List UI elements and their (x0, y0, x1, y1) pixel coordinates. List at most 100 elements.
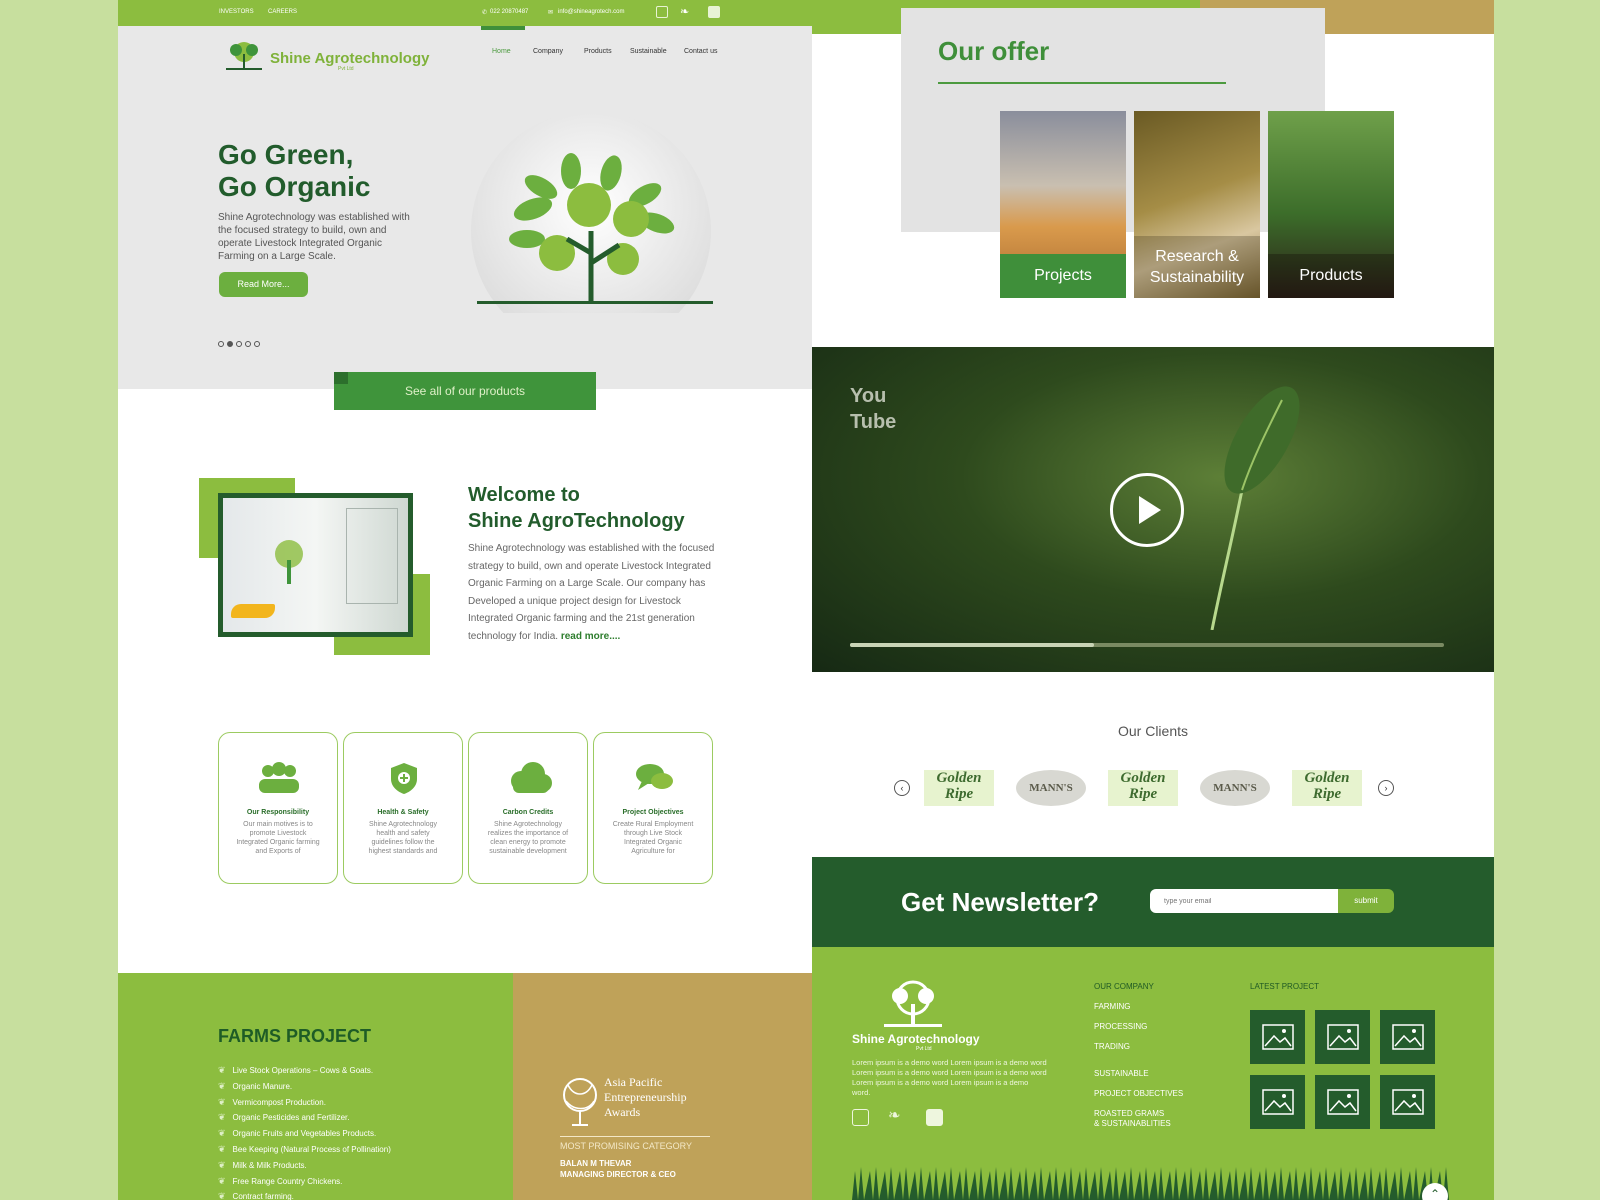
googleplus-icon[interactable] (708, 6, 720, 18)
footer-link-roasted-2[interactable]: & SUSTAINABLITIES (1094, 1119, 1183, 1139)
latest-project-thumb[interactable] (1380, 1010, 1435, 1064)
seedling-illustration (1210, 386, 1300, 630)
list-item: Contract farming. (218, 1189, 391, 1200)
client-logo-manns: MANN'S (1200, 770, 1270, 806)
footer-link-trading[interactable]: TRADING (1094, 1042, 1183, 1062)
clients-next-button[interactable]: › (1378, 780, 1394, 796)
newsletter-email-input[interactable] (1150, 889, 1338, 913)
card-carbon-credits[interactable]: Carbon Credits Shine Agrotechnology real… (468, 732, 588, 884)
youtube-logo: You Tube (850, 385, 897, 433)
offer-underline (938, 82, 1226, 84)
newsletter-submit-button[interactable]: submit (1338, 889, 1394, 913)
list-item: Bee Keeping (Natural Process of Pollinat… (218, 1142, 391, 1158)
footer-link-company[interactable]: OUR COMPANY (1094, 982, 1183, 1002)
image-icon (1392, 1089, 1424, 1115)
footer-link-roasted[interactable]: ROASTED GRAMS (1094, 1109, 1183, 1119)
list-item: Organic Pesticides and Fertilizer. (218, 1110, 391, 1126)
footer-link-processing[interactable]: PROCESSING (1094, 1022, 1183, 1042)
card-responsibility[interactable]: Our Responsibility Our main motives is t… (218, 732, 338, 884)
footer-tree-logo-icon (884, 980, 942, 1027)
nav-sustainable[interactable]: Sustainable (630, 48, 667, 55)
investors-link[interactable]: INVESTORS (219, 9, 254, 15)
slider-dot-4[interactable] (245, 341, 251, 347)
welcome-read-more-link[interactable]: read more.... (561, 631, 620, 642)
footer-link-objectives[interactable]: PROJECT OBJECTIVES (1094, 1089, 1183, 1109)
shield-icon (391, 763, 417, 794)
googleplus-icon[interactable] (926, 1109, 943, 1126)
slider-dot-1[interactable] (218, 341, 224, 347)
card-project-objectives[interactable]: Project Objectives Create Rural Employme… (593, 732, 713, 884)
footer-links: OUR COMPANY FARMING PROCESSING TRADING S… (1094, 982, 1183, 1139)
brand-logo[interactable] (222, 40, 266, 77)
slider-dot-5[interactable] (254, 341, 260, 347)
cloud-icon (511, 762, 552, 793)
award-recipient: BALAN M THEVAR MANAGING DIRECTOR & CEO (560, 1159, 676, 1179)
video-progress-fill (850, 643, 1094, 647)
image-icon (1262, 1089, 1294, 1115)
latest-project-thumb[interactable] (1315, 1010, 1370, 1064)
grass-border (852, 1167, 1452, 1200)
latest-project-title: LATEST PROJECT (1250, 982, 1320, 991)
image-icon (1262, 1024, 1294, 1050)
award-divider (560, 1136, 710, 1137)
wall-logo-icon (275, 540, 303, 584)
list-item: Milk & Milk Products. (218, 1158, 391, 1174)
latest-project-thumb[interactable] (1315, 1075, 1370, 1129)
nav-contact[interactable]: Contact us (684, 48, 717, 55)
client-logo-manns: MANN'S (1016, 770, 1086, 806)
client-logo-golden-ripe: Golden Ripe (924, 770, 994, 806)
award-category: MOST PROMISING CATEGORY (560, 1141, 693, 1151)
play-icon (1139, 496, 1161, 524)
image-icon (1327, 1024, 1359, 1050)
ribbon-fold (334, 372, 348, 384)
offer-tile-research[interactable]: Research & Sustainability (1134, 111, 1260, 298)
welcome-title: Welcome to Shine AgroTechnology (468, 484, 685, 532)
footer-brand: Shine Agrotechnology (852, 1032, 980, 1046)
facebook-icon[interactable] (656, 6, 668, 18)
clients-prev-button[interactable]: ‹ (894, 780, 910, 796)
footer-brand-sub: Pvt Ltd (916, 1046, 932, 1052)
list-item: Organic Manure. (218, 1079, 391, 1095)
image-icon (1392, 1024, 1424, 1050)
list-item: Live Stock Operations – Cows & Goats. (218, 1063, 391, 1079)
careers-link[interactable]: CAREERS (268, 9, 297, 15)
image-icon (1327, 1089, 1359, 1115)
card-health-safety[interactable]: Health & Safety Shine Agrotechnology hea… (343, 732, 463, 884)
offer-tile-products[interactable]: Products (1268, 111, 1394, 298)
brand-name[interactable]: Shine Agrotechnology (270, 50, 429, 67)
offer-tile-projects[interactable]: Projects (1000, 111, 1126, 298)
twitter-icon[interactable]: ❧ (680, 5, 692, 18)
email-address[interactable]: info@shineagrotech.com (558, 9, 624, 15)
latest-project-thumb[interactable] (1250, 1075, 1305, 1129)
slider-dot-2[interactable] (227, 341, 233, 347)
nav-company[interactable]: Company (533, 48, 563, 55)
clients-title: Our Clients (1117, 723, 1189, 739)
farms-list: Live Stock Operations – Cows & Goats. Or… (218, 1063, 391, 1200)
nav-active-marker (481, 26, 525, 30)
latest-project-thumb[interactable] (1380, 1075, 1435, 1129)
newsletter-title: Get Newsletter? (901, 887, 1099, 917)
facebook-icon[interactable] (852, 1109, 869, 1126)
home-page-left: INVESTORS CAREERS ✆ 022 20870487 ✉ info@… (118, 0, 812, 1200)
phone-number: 022 20870487 (490, 9, 529, 15)
farms-title: FARMS PROJECT (218, 1026, 372, 1046)
slider-dot-3[interactable] (236, 341, 242, 347)
client-logo-golden-ripe: Golden Ripe (1108, 770, 1178, 806)
nav-products[interactable]: Products (584, 48, 612, 55)
footer-description: Lorem ipsum is a demo word Lorem ipsum i… (852, 1058, 1047, 1097)
nav-home[interactable]: Home (492, 48, 511, 55)
hero-tree-illustration (471, 111, 715, 351)
home-page-right: Our offer Projects Research & Sustainabi… (812, 0, 1494, 1200)
play-button[interactable] (1110, 473, 1184, 547)
slider-dots (218, 334, 263, 352)
latest-project-thumb[interactable] (1250, 1010, 1305, 1064)
footer-link-sustainable[interactable]: SUSTAINABLE (1094, 1069, 1183, 1089)
award-title: Asia Pacific Entrepreneurship Awards (604, 1075, 687, 1119)
read-more-button[interactable]: Read More... (219, 272, 308, 297)
chat-icon (636, 764, 673, 790)
footer-link-farming[interactable]: FARMING (1094, 1002, 1183, 1022)
twitter-icon[interactable]: ❧ (888, 1106, 905, 1124)
brand-sub: Pvt Ltd (338, 66, 354, 72)
see-all-products-button[interactable]: See all of our products (334, 372, 596, 410)
phone-icon: ✆ (482, 10, 488, 16)
